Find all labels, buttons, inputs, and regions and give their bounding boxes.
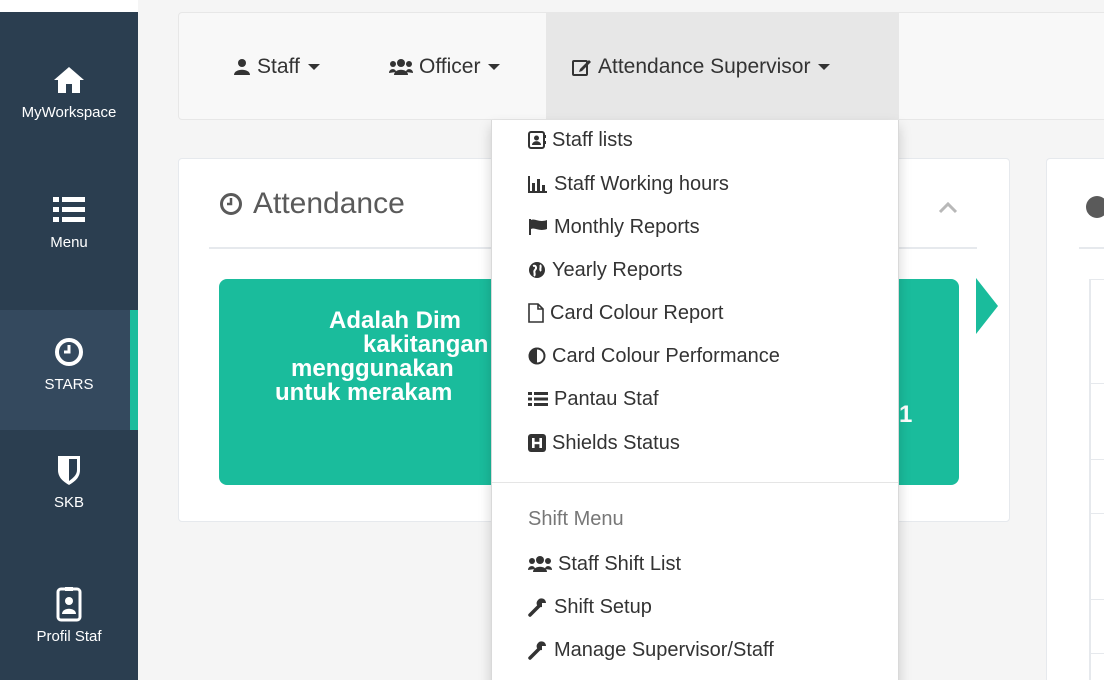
menu-item-label: Pantau Staf xyxy=(554,387,659,410)
menu-item-manage-supervisor-staff[interactable]: Manage Supervisor/Staff xyxy=(528,635,774,665)
flag-icon xyxy=(529,219,547,235)
banner-line: menggunakan xyxy=(291,355,454,382)
table-border xyxy=(1089,459,1104,460)
right-panel xyxy=(1046,158,1104,680)
menu-item-label: Staff lists xyxy=(552,128,633,151)
menu-item-staff-lists[interactable]: Staff lists xyxy=(528,125,633,155)
bar-chart-icon xyxy=(528,176,547,193)
banner-line: kakitangan xyxy=(363,331,489,358)
table-border xyxy=(1089,513,1104,514)
edit-icon xyxy=(572,60,591,76)
nav-attendance-supervisor-label: Attendance Supervisor xyxy=(598,55,811,78)
address-card-icon xyxy=(528,131,546,149)
nav-officer[interactable]: Officer xyxy=(389,13,501,121)
sidebar-item-label: Profil Staf xyxy=(36,628,102,645)
attendance-supervisor-dropdown: Staff lists Staff Working hours Monthly … xyxy=(491,120,899,680)
chevron-down-icon xyxy=(307,64,320,70)
sidebar-item-label: MyWorkspace xyxy=(21,104,117,121)
nav-staff[interactable]: Staff xyxy=(233,13,320,121)
panel-title: Attendance xyxy=(219,187,405,221)
menu-item-card-colour-report[interactable]: Card Colour Report xyxy=(528,298,723,328)
next-arrow-icon[interactable] xyxy=(976,278,998,334)
menu-divider xyxy=(492,482,898,483)
list-icon xyxy=(49,190,89,230)
nav-officer-label: Officer xyxy=(419,55,481,78)
menu-item-shift-setup[interactable]: Shift Setup xyxy=(528,592,652,622)
wrench-icon xyxy=(528,641,546,660)
user-icon xyxy=(234,59,250,75)
banner-line: Adalah Dim xyxy=(329,307,462,334)
info-icon xyxy=(1086,196,1104,218)
sidebar-item-label: Menu xyxy=(50,234,88,251)
shield-icon xyxy=(49,450,89,490)
banner-line: untuk merakam xyxy=(275,379,453,406)
chevron-down-icon xyxy=(488,64,501,70)
table-border xyxy=(1089,279,1091,680)
sidebar-item-myworkspace[interactable]: MyWorkspace xyxy=(0,60,138,160)
banner-line: 1 xyxy=(899,401,913,428)
menu-item-label: Staff Working hours xyxy=(554,172,729,195)
id-badge-icon xyxy=(49,584,89,624)
menu-item-label: Staff Shift List xyxy=(558,552,682,575)
top-navbar: Staff Officer Attendance Supervisor xyxy=(178,12,1104,121)
sidebar-item-profil-staf[interactable]: Profil Staf xyxy=(0,584,138,680)
nav-staff-label: Staff xyxy=(257,55,300,78)
clock-icon xyxy=(220,193,242,215)
menu-item-label: Monthly Reports xyxy=(554,215,700,238)
menu-item-staff-shift-list[interactable]: Staff Shift List xyxy=(528,549,681,579)
menu-item-label: Shift Setup xyxy=(554,595,652,618)
menu-item-label: Card Colour Report xyxy=(550,301,724,324)
clock-icon xyxy=(49,332,89,372)
menu-item-label: Card Colour Performance xyxy=(552,344,780,367)
wrench-icon xyxy=(528,598,546,617)
shift-menu-header: Shift Menu xyxy=(528,508,624,530)
menu-item-card-colour-performance[interactable]: Card Colour Performance xyxy=(528,341,780,371)
table-border xyxy=(1089,653,1104,654)
sidebar-top-strip xyxy=(0,0,138,12)
h-square-icon xyxy=(528,434,546,452)
sidebar-item-menu[interactable]: Menu xyxy=(0,190,138,290)
chevron-up-icon[interactable] xyxy=(937,197,959,219)
file-icon xyxy=(528,303,544,323)
chevron-down-icon xyxy=(818,64,831,70)
menu-item-label: Manage Supervisor/Staff xyxy=(554,638,774,661)
sidebar: MyWorkspace Menu STARS SKB Profil Staf xyxy=(0,0,138,680)
globe-icon xyxy=(529,262,545,278)
menu-item-pantau-staf[interactable]: Pantau Staf xyxy=(528,384,659,414)
sidebar-item-skb[interactable]: SKB xyxy=(0,450,138,550)
adjust-icon xyxy=(528,347,546,365)
home-icon xyxy=(49,60,89,100)
table-border xyxy=(1089,599,1104,600)
menu-item-yearly-reports[interactable]: Yearly Reports xyxy=(528,255,682,285)
nav-attendance-supervisor[interactable]: Attendance Supervisor xyxy=(546,13,899,121)
sidebar-item-label: STARS xyxy=(44,376,94,393)
sidebar-item-stars[interactable]: STARS xyxy=(0,310,138,430)
users-icon xyxy=(528,556,552,572)
list-icon xyxy=(528,392,548,406)
panel-title-text: Attendance xyxy=(253,187,405,220)
menu-item-monthly-reports[interactable]: Monthly Reports xyxy=(528,212,700,242)
menu-item-shields-status[interactable]: Shields Status xyxy=(528,428,680,458)
menu-item-label: Shields Status xyxy=(552,431,680,454)
table-border xyxy=(1089,279,1104,280)
users-icon xyxy=(389,59,413,75)
sidebar-item-label: SKB xyxy=(53,494,84,511)
panel-divider xyxy=(1079,247,1104,249)
table-border xyxy=(1089,383,1104,384)
menu-item-label: Yearly Reports xyxy=(552,258,683,281)
menu-item-staff-working-hours[interactable]: Staff Working hours xyxy=(528,169,729,199)
